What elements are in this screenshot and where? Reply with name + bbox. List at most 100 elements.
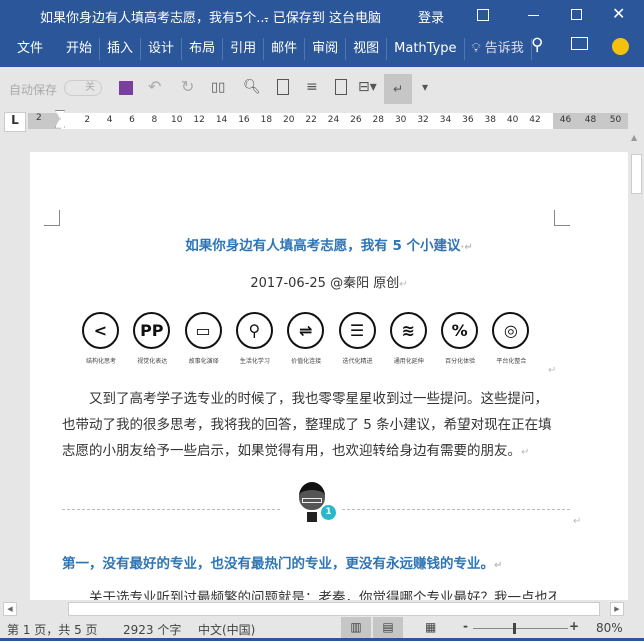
scroll-thumb[interactable] (631, 154, 642, 194)
scroll-up-icon[interactable]: ▲ (631, 133, 637, 142)
icon-label: 通用化延伸 (393, 358, 424, 365)
tab-insert[interactable]: 插入 (100, 38, 142, 60)
ruler-tick: 26 (350, 115, 362, 125)
undo-icon[interactable]: ↶ (148, 77, 161, 96)
tab-file[interactable]: 文件 (10, 38, 59, 60)
intro-paragraph: 又到了高考学子选专业的时候了，我也零零星星收到过一些提问。这些提问，也带动了我的… (62, 391, 552, 459)
tab-design[interactable]: 设计 (141, 38, 183, 60)
ribbon-display-options-icon[interactable] (477, 9, 489, 21)
icon-row: < 结构化思考 PP 视觉化表达 ▭ 故事化演绎 ⚲ 生活化学习 ⇌ 价值化连接 ☰ 迭代化精进 ≋ 通用… (78, 312, 588, 372)
icon-label: 结构化思考 (85, 358, 116, 365)
ribbon-tabs: 文件 开始 插入 设计 布局 引用 邮件 审阅 视图 MathType 💡︎ 告… (0, 31, 644, 67)
horizontal-scrollbar[interactable]: ◀ ▶ (0, 600, 628, 618)
ruler-tick: 28 (372, 115, 384, 125)
tell-me-label: 告诉我 (484, 41, 524, 56)
document-page[interactable]: 如果你身边有人填高考志愿，我有 5 个小建议·↵ 2017-06-25 @秦阳 … (30, 152, 628, 602)
web-layout-view-icon[interactable]: ▦ (425, 620, 436, 634)
document-title-heading: 如果你身边有人填高考志愿，我有 5 个小建议·↵ (185, 238, 473, 254)
language[interactable]: 中文(中国) (198, 621, 255, 638)
tab-mailings[interactable]: 邮件 (264, 38, 306, 60)
share-icon: < (82, 312, 119, 349)
paragraph-mark: ↵ (573, 516, 582, 527)
horizontal-scroll-thumb[interactable] (68, 602, 600, 616)
read-mode-icon[interactable]: ▯▯ (211, 80, 225, 95)
tab-selector[interactable]: L (4, 112, 26, 132)
document-title: 如果你身边有人填高考志愿，我有5个... (40, 11, 269, 26)
print-preview-icon[interactable]: 🔍︎ (243, 79, 261, 95)
icon-label: 平台化整合 (496, 358, 527, 365)
ruler-tick: 48 (584, 115, 597, 125)
ruler-tick: 24 (327, 115, 340, 125)
magnifier-icon: ⚲ (235, 312, 273, 349)
tab-home[interactable]: 开始 (59, 38, 101, 60)
icon-label: 迭代化精进 (342, 358, 373, 365)
ruler-right-margin: 46 48 50 (553, 113, 628, 129)
ruler-tick: 50 (609, 115, 622, 125)
icon-label: 百分化体验 (445, 358, 476, 365)
ruler-tick: 30 (394, 115, 407, 125)
speech-bubble-icon: ▭ (184, 312, 222, 349)
divider-right (342, 509, 570, 510)
quick-access-toolbar: 自动保存 关 ↶ ↻ ▯▯ 🔍︎ ≡ ⊟▾ ↵ ▾ (0, 67, 644, 110)
ladder-icon: ☰ (338, 312, 376, 349)
margin-corner (44, 210, 60, 226)
line-break-icon[interactable]: ↵ (384, 74, 412, 104)
save-icon[interactable] (119, 81, 133, 95)
zoom-slider[interactable] (473, 628, 568, 629)
cartoon-avatar: 1 (297, 482, 336, 522)
autosave-toggle[interactable]: 关 (64, 80, 102, 96)
ruler-tick: 18 (260, 115, 273, 125)
margins-icon[interactable]: ⊟▾ (358, 79, 377, 95)
ruler-tick: 42 (529, 115, 541, 125)
zoom-in-button[interactable]: + (569, 619, 579, 633)
ruler-tick: 46 (559, 115, 572, 125)
feedback-smiley-icon[interactable] (612, 38, 629, 55)
print-layout-view-icon[interactable]: ▤ (373, 617, 403, 638)
paragraph-mark: ↵ (548, 365, 557, 376)
zoom-slider-thumb[interactable] (513, 623, 516, 634)
tab-mathtype[interactable]: MathType (387, 38, 465, 60)
ruler-tick: 32 (417, 115, 429, 125)
icon-label: 价值化连接 (291, 358, 322, 365)
page-count[interactable]: 第 1 页，共 5 页 (7, 621, 98, 638)
scroll-left-icon[interactable]: ◀ (3, 602, 17, 616)
page-icon[interactable] (277, 79, 289, 95)
document-meta: 2017-06-25 @秦阳 原创↵ (250, 276, 408, 291)
customize-qat-icon[interactable]: ▾ (422, 80, 428, 94)
scroll-right-icon[interactable]: ▶ (610, 602, 624, 616)
maximize-icon[interactable] (571, 9, 582, 20)
tab-references[interactable]: 引用 (223, 38, 265, 60)
login-button[interactable]: 登录 (418, 7, 444, 26)
ruler-tick: 2 (36, 113, 42, 123)
minimize-icon[interactable] (528, 15, 539, 16)
share-person-icon[interactable]: ⚲ (531, 35, 543, 55)
word-count[interactable]: 2923 个字 (123, 621, 181, 638)
ruler-tick: 6 (129, 115, 135, 125)
horizontal-ruler[interactable]: 2 2 4 6 8 10 12 14 16 18 20 22 24 26 28 30 32 34 36 38 40 42… (28, 110, 628, 129)
ruler-tick: 16 (238, 115, 250, 125)
status-bar: 第 1 页，共 5 页 2923 个字 中文(中国) ▥ ▤ ▦ - + 80% (0, 617, 644, 641)
zoom-level[interactable]: 80% (596, 621, 623, 635)
text-wrap-icon[interactable]: ≡ (306, 79, 318, 95)
comments-icon[interactable] (571, 37, 588, 50)
ruler-tick: 38 (484, 115, 496, 125)
section-heading-1: 第一，没有最好的专业，也没有最热门的专业，更没有永远赚钱的专业。↵ (62, 556, 503, 572)
zoom-out-button[interactable]: - (463, 619, 468, 633)
eyes-icon: PP (133, 312, 171, 349)
read-mode-view-icon[interactable]: ▥ (341, 617, 371, 638)
tab-layout[interactable]: 布局 (182, 38, 224, 60)
tab-view[interactable]: 视图 (346, 38, 388, 60)
ruler-tick: 10 (171, 115, 183, 125)
tab-review[interactable]: 审阅 (305, 38, 347, 60)
redo-icon[interactable]: ↻ (181, 77, 194, 96)
lightbulb-icon: 💡︎ (471, 41, 481, 56)
ruler-tick: 22 (305, 115, 317, 125)
bring-forward-icon[interactable] (335, 79, 347, 95)
vertical-scrollbar[interactable]: ▲ (628, 130, 644, 602)
ruler-tick: 12 (193, 115, 205, 125)
icon-label: 生活化学习 (239, 358, 270, 365)
target-icon: ◎ (492, 312, 530, 349)
ruler-tick: 20 (282, 115, 295, 125)
tell-me-search[interactable]: 💡︎ 告诉我 (465, 38, 532, 60)
close-icon[interactable]: ✕ (612, 4, 625, 23)
